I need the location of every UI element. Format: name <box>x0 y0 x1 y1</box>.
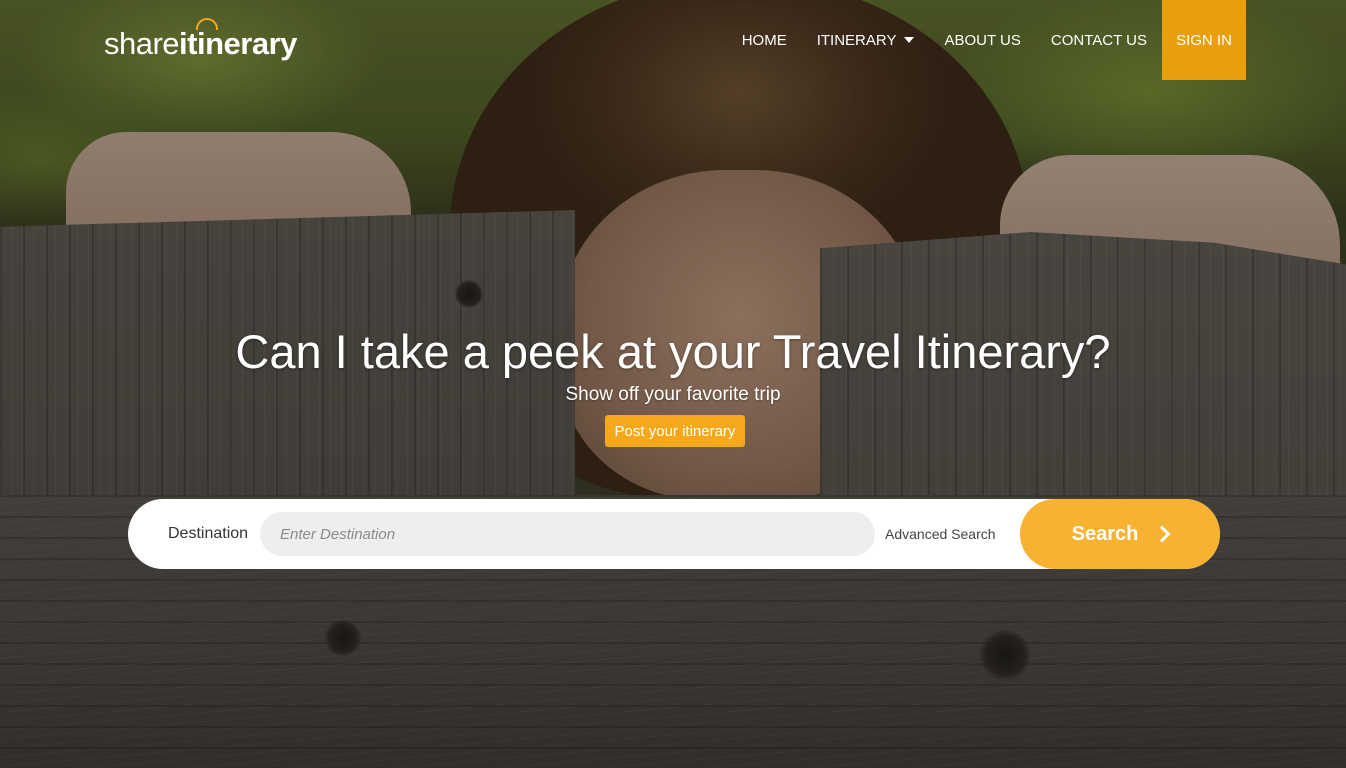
destination-input[interactable] <box>260 512 875 556</box>
hero-headline: Can I take a peek at your Travel Itinera… <box>235 325 1111 378</box>
hero-subline: Show off your favorite trip <box>565 384 781 405</box>
nav-contact-us[interactable]: CONTACT US <box>1036 0 1162 80</box>
nav-about-us[interactable]: ABOUT US <box>929 0 1035 80</box>
nav-contact-us-label: CONTACT US <box>1050 31 1147 49</box>
sign-in-button[interactable]: SIGN IN <box>1162 0 1246 80</box>
nav-home-label: HOME <box>741 31 787 49</box>
search-bar: Destination Advanced Search Search <box>128 499 1220 569</box>
post-itinerary-label: Post your itinerary <box>614 422 736 440</box>
nav-about-us-label: ABOUT US <box>944 31 1021 49</box>
caret-down-icon <box>904 37 915 43</box>
nav-itinerary-label: ITINERARY <box>816 31 897 49</box>
destination-label: Destination <box>168 525 249 542</box>
search-button-label: Search <box>1071 522 1139 545</box>
advanced-search-link[interactable]: Advanced Search <box>885 499 996 569</box>
logo-text-thin: share <box>104 26 180 61</box>
sign-in-label: SIGN IN <box>1176 31 1232 49</box>
site-logo[interactable]: shareitinerary <box>104 18 297 64</box>
search-button[interactable]: Search <box>1020 499 1220 569</box>
post-itinerary-button[interactable]: Post your itinerary <box>605 415 745 447</box>
logo-text-bold: itinerary <box>179 26 297 61</box>
chevron-right-icon <box>1153 525 1171 543</box>
main-nav: HOME ITINERARY ABOUT US CONTACT US SIGN … <box>727 0 1246 80</box>
nav-home[interactable]: HOME <box>727 0 802 80</box>
nav-itinerary[interactable]: ITINERARY <box>802 0 930 80</box>
